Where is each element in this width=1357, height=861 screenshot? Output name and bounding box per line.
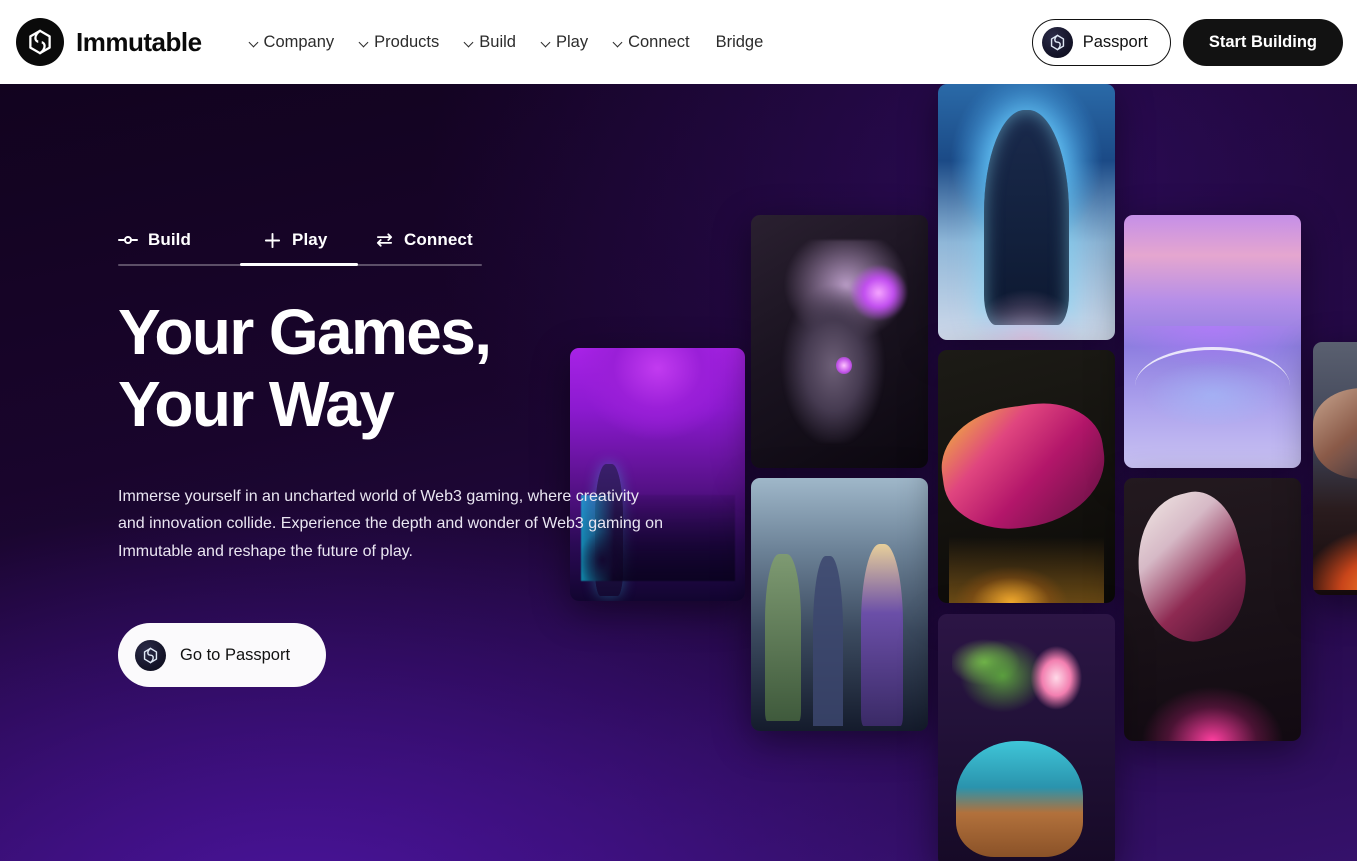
nav-label: Connect bbox=[628, 32, 690, 51]
nav-label: Build bbox=[479, 32, 516, 51]
nav-item-company[interactable]: Company bbox=[250, 33, 335, 52]
chevron-down-icon bbox=[360, 39, 369, 48]
hero-tabs: Build Play Connect bbox=[118, 230, 482, 266]
node-connector-icon bbox=[118, 230, 138, 250]
passport-coin-icon bbox=[135, 639, 166, 671]
chevron-down-icon bbox=[250, 39, 259, 48]
nav-item-products[interactable]: Products bbox=[360, 33, 439, 52]
nav-label: Play bbox=[555, 32, 589, 51]
passport-button[interactable]: Passport bbox=[1031, 18, 1171, 66]
gallery-item-mushroom-creature-art[interactable] bbox=[938, 614, 1115, 861]
nav-label: Products bbox=[374, 32, 440, 51]
go-to-passport-button[interactable]: Go to Passport bbox=[118, 623, 326, 688]
passport-coin-icon bbox=[1041, 26, 1073, 58]
gallery-item-stone-beast-art[interactable] bbox=[751, 215, 928, 468]
nav-label: Bridge bbox=[715, 32, 764, 51]
gallery-item-hero-party-art[interactable] bbox=[751, 478, 928, 731]
immutable-logo-icon bbox=[16, 18, 64, 66]
nav-item-bridge[interactable]: Bridge bbox=[716, 33, 764, 52]
passport-button-label: Passport bbox=[1082, 32, 1148, 51]
nav-item-play[interactable]: Play bbox=[542, 33, 588, 52]
gallery-item-white-fox-spirit-art[interactable] bbox=[1124, 478, 1301, 741]
tab-connect-label: Connect bbox=[404, 230, 473, 249]
tab-play-label: Play bbox=[292, 230, 328, 249]
gallery-item-pastel-arena-art[interactable] bbox=[1124, 215, 1301, 468]
swap-arrows-icon bbox=[374, 230, 394, 250]
hero-content: Build Play Connect Your Games, Your Way … bbox=[118, 230, 678, 688]
chevron-down-icon bbox=[542, 39, 551, 48]
gallery-item-fire-warrior-art[interactable] bbox=[1313, 342, 1357, 595]
start-building-button[interactable]: Start Building bbox=[1182, 18, 1343, 66]
chevron-down-icon bbox=[614, 39, 623, 48]
nav-item-build[interactable]: Build bbox=[465, 33, 516, 52]
brand-logo-link[interactable]: Immutable bbox=[16, 18, 202, 66]
hero-section: Build Play Connect Your Games, Your Way … bbox=[0, 84, 1357, 861]
nav-label: Company bbox=[263, 32, 335, 51]
plus-icon bbox=[262, 230, 282, 250]
chevron-down-icon bbox=[465, 39, 474, 48]
gallery-item-gold-pink-worm-art[interactable] bbox=[938, 350, 1115, 603]
brand-name: Immutable bbox=[76, 26, 202, 57]
site-header: Immutable Company Products Build Play Co… bbox=[0, 0, 1357, 84]
tabs-active-indicator bbox=[240, 263, 358, 266]
go-to-passport-label: Go to Passport bbox=[180, 645, 291, 664]
tab-build-label: Build bbox=[148, 230, 191, 249]
tab-play[interactable]: Play bbox=[240, 230, 358, 266]
page-title: Your Games, Your Way bbox=[118, 296, 492, 441]
gallery-item-ice-mage-art[interactable] bbox=[938, 84, 1115, 340]
tab-connect[interactable]: Connect bbox=[358, 230, 482, 266]
main-navigation: Company Products Build Play Connect Brid… bbox=[250, 33, 764, 52]
nav-item-connect[interactable]: Connect bbox=[614, 33, 689, 52]
header-actions: Passport Start Building bbox=[1031, 18, 1343, 66]
tab-build[interactable]: Build bbox=[118, 230, 240, 266]
hero-subtitle: Immerse yourself in an uncharted world o… bbox=[118, 487, 663, 560]
